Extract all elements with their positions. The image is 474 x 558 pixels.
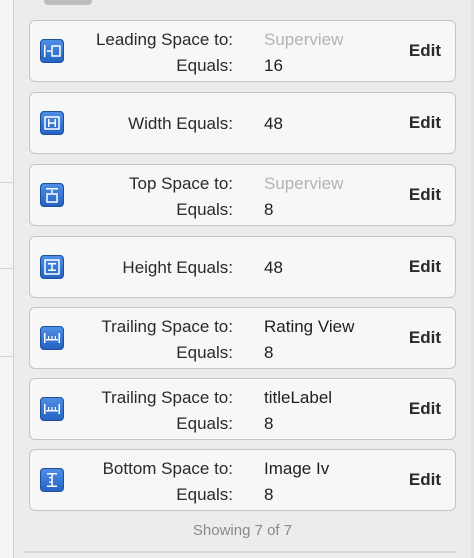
constraint-label: Bottom Space to: [102, 459, 233, 478]
rail-divider [0, 182, 14, 183]
constraints-inspector: Leading Space to: Superview Equals: 16 E… [0, 0, 474, 558]
constraint-first-row: Trailing Space to: titleLabel [30, 387, 455, 409]
constraint-trailing-space[interactable]: Trailing Space to: titleLabel Equals: 8 … [29, 378, 456, 440]
rail-divider [0, 356, 14, 357]
edit-button[interactable]: Edit [409, 112, 441, 134]
constraint-width[interactable]: Width Equals: 48 Edit [29, 92, 456, 154]
constraint-constant: 16 [264, 56, 283, 75]
equals-label: Equals: [176, 485, 233, 504]
equals-label: Equals: [176, 200, 233, 219]
scroll-tab[interactable] [44, 0, 92, 5]
constraint-constant: 48 [264, 114, 283, 133]
equals-label: Equals: [176, 56, 233, 75]
constraint-height[interactable]: Height Equals: 48 Edit [29, 236, 456, 298]
constraint-second-row: Equals: 8 [30, 342, 455, 364]
constraint-first-row: Trailing Space to: Rating View [30, 316, 455, 338]
constraint-leading-space[interactable]: Leading Space to: Superview Equals: 16 E… [29, 20, 456, 82]
constraint-second-row: Equals: 8 [30, 413, 455, 435]
constraint-trailing-space[interactable]: Trailing Space to: Rating View Equals: 8… [29, 307, 456, 369]
constraint-second-row: Equals: 16 [30, 55, 455, 77]
constraint-second-row: Equals: 8 [30, 484, 455, 506]
showing-count: Showing 7 of 7 [192, 522, 293, 539]
constraint-target: titleLabel [264, 388, 333, 407]
constraint-first-row: Height Equals: 48 [30, 257, 455, 279]
edit-button[interactable]: Edit [409, 398, 441, 420]
constraint-label: Width Equals: [128, 114, 233, 133]
constraint-second-row: Equals: 8 [30, 199, 455, 221]
constraint-label: Leading Space to: [95, 30, 233, 49]
edit-button[interactable]: Edit [409, 469, 441, 491]
constraint-target: Image Iv [264, 459, 330, 478]
constraint-first-row: Width Equals: 48 [30, 113, 455, 135]
constraint-top-space[interactable]: Top Space to: Superview Equals: 8 Edit [29, 164, 456, 226]
constraint-constant: 8 [264, 414, 274, 433]
equals-label: Equals: [176, 414, 233, 433]
rail-divider [0, 268, 14, 269]
constraint-constant: 8 [264, 343, 274, 362]
constraint-constant: 8 [264, 485, 274, 504]
constraint-bottom-space[interactable]: Bottom Space to: Image Iv Equals: 8 Edit [29, 449, 456, 511]
edit-button[interactable]: Edit [409, 40, 441, 62]
constraint-label: Top Space to: [129, 174, 233, 193]
constraint-first-row: Leading Space to: Superview [30, 29, 455, 51]
constraint-label: Trailing Space to: [101, 388, 233, 407]
constraint-label: Trailing Space to: [101, 317, 233, 336]
edit-button[interactable]: Edit [409, 327, 441, 349]
constraint-first-row: Bottom Space to: Image Iv [30, 458, 455, 480]
left-rail [0, 0, 14, 558]
constraint-target: Rating View [264, 317, 355, 336]
constraint-label: Height Equals: [122, 258, 233, 277]
constraint-target: Superview [264, 174, 344, 193]
divider [24, 551, 456, 553]
constraint-target: Superview [264, 30, 344, 49]
constraint-constant: 8 [264, 200, 274, 219]
equals-label: Equals: [176, 343, 233, 362]
constraint-constant: 48 [264, 258, 283, 277]
edit-button[interactable]: Edit [409, 256, 441, 278]
edit-button[interactable]: Edit [409, 184, 441, 206]
constraint-first-row: Top Space to: Superview [30, 173, 455, 195]
